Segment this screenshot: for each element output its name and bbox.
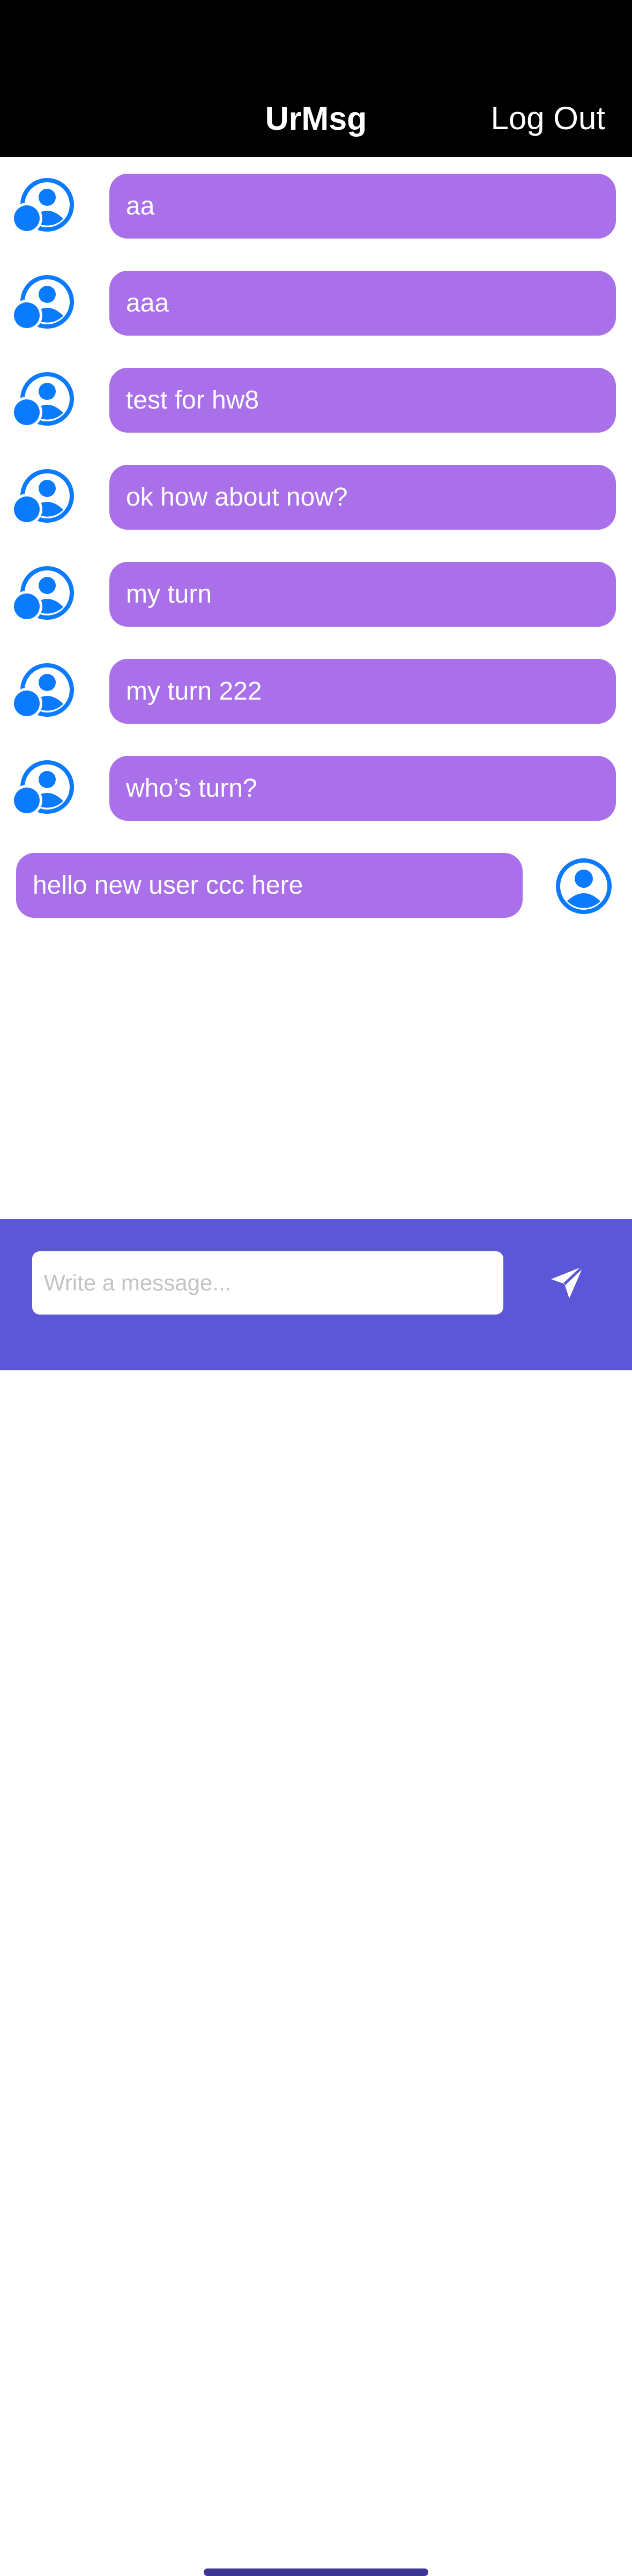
group-user-icon: [11, 371, 76, 430]
message-bubble: aaa: [109, 271, 616, 336]
message-bubble: my turn 222: [109, 659, 616, 724]
group-user-icon: [11, 468, 76, 527]
message-row: ok how about now?: [0, 465, 632, 530]
message-row: aa: [0, 174, 632, 239]
message-row: my turn: [0, 562, 632, 627]
group-user-icon: [11, 662, 76, 721]
message-bubble: aa: [109, 174, 616, 239]
group-user-icon: [11, 274, 76, 333]
message-bubble: test for hw8: [109, 368, 616, 433]
message-row-self: hello new user ccc here: [0, 853, 632, 918]
home-indicator: [204, 2568, 428, 2576]
message-row: who’s turn?: [0, 756, 632, 821]
message-input[interactable]: [32, 1251, 503, 1315]
group-user-icon: [11, 759, 76, 818]
group-user-icon: [11, 177, 76, 236]
message-row: my turn 222: [0, 659, 632, 724]
user-circle-icon: [555, 857, 613, 915]
nav-bar: UrMsg Log Out: [0, 0, 632, 157]
logout-button[interactable]: Log Out: [491, 100, 606, 137]
message-row: test for hw8: [0, 368, 632, 433]
message-row: aaa: [0, 271, 632, 336]
message-bubble: hello new user ccc here: [16, 853, 523, 918]
message-bubble: who’s turn?: [109, 756, 616, 821]
paper-plane-icon[interactable]: [548, 1263, 586, 1302]
composer-bar: [0, 1219, 632, 2576]
message-bubble: ok how about now?: [109, 465, 616, 530]
group-user-icon: [11, 565, 76, 624]
message-bubble: my turn: [109, 562, 616, 627]
